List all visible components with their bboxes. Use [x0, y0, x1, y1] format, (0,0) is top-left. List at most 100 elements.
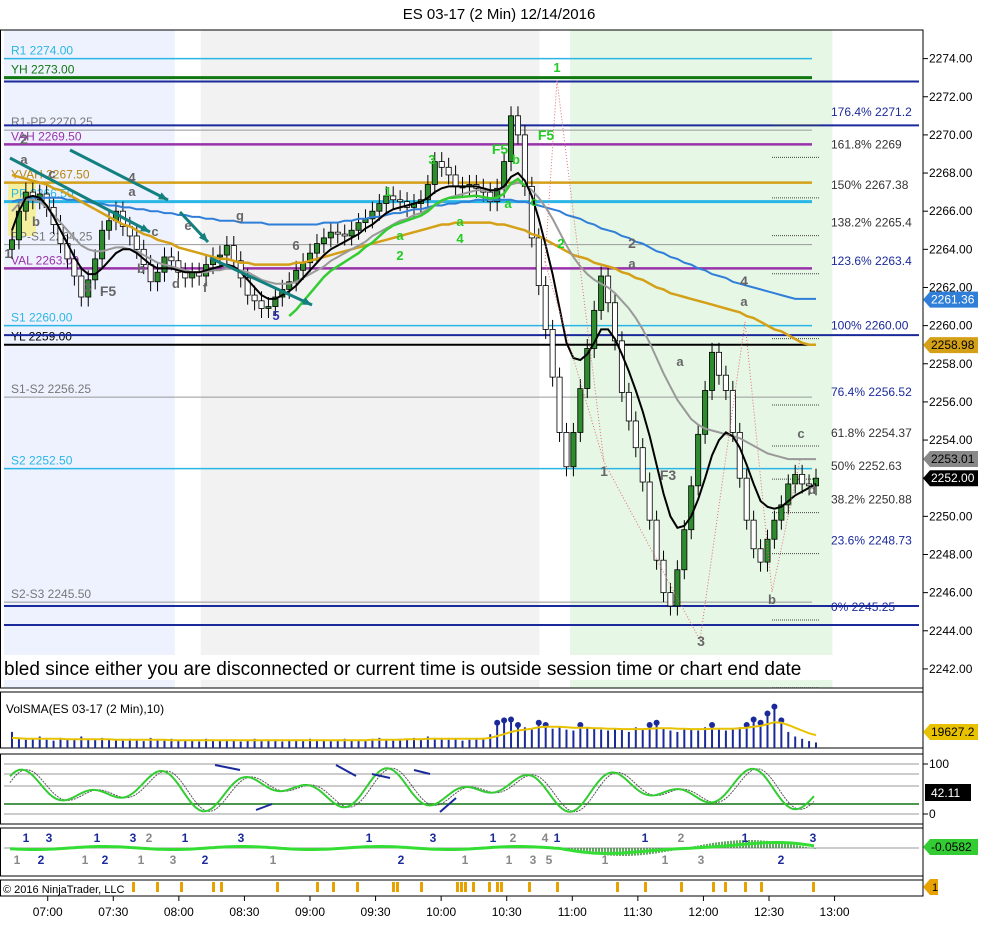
- fib-label: 150% 2267.38: [831, 178, 909, 192]
- footer-tick-mark: [712, 882, 715, 892]
- candle-body: [535, 237, 542, 286]
- candle-body: [106, 220, 113, 231]
- price-tick-label: 2254.00: [929, 433, 973, 447]
- footer-tick-mark: [132, 882, 135, 892]
- candle-body: [258, 300, 265, 309]
- footer-tick-mark: [500, 882, 503, 892]
- footer-tick-mark: [156, 882, 159, 892]
- candle-body: [660, 559, 667, 594]
- volume-spike-dot: [514, 722, 521, 728]
- candle-body: [681, 529, 688, 571]
- footer-tick-mark: [464, 882, 467, 892]
- price-marker-label: 2258.98: [931, 338, 975, 352]
- macd-top-label: 2: [678, 831, 685, 845]
- wave-label: 1: [4, 246, 11, 261]
- time-tick-label: 08:30: [229, 905, 259, 919]
- wave-label: a: [676, 354, 684, 369]
- fib-label: 38.2% 2250.88: [831, 493, 912, 507]
- time-tick-label: 08:00: [164, 905, 194, 919]
- midday-shade: [200, 30, 540, 688]
- candle-body: [348, 229, 355, 237]
- macd-bottom-label: 1: [138, 853, 145, 867]
- macd-bottom-label: 3: [170, 853, 177, 867]
- footer-tick-mark: [528, 882, 531, 892]
- candle-body: [743, 477, 750, 521]
- candle-body: [397, 199, 404, 203]
- price-tick-label: 2242.00: [929, 662, 973, 676]
- time-tick-label: 09:30: [361, 905, 391, 919]
- wave-label: g: [236, 208, 244, 223]
- macd-bottom-label: 2: [202, 853, 209, 867]
- footer-tick-mark: [460, 882, 463, 892]
- wave-label: b: [32, 214, 40, 229]
- price-chart[interactable]: ES 03-17 (2 Min) 12/14/2016 R1 2274.00 YH …: [0, 0, 998, 952]
- time-tick-label: 13:00: [820, 905, 850, 919]
- candle-body: [265, 306, 272, 309]
- footer-tick-mark: [332, 882, 335, 892]
- wave-label: 2: [396, 248, 403, 263]
- footer-tick-mark: [396, 882, 399, 892]
- footer-marker-label: 1: [932, 882, 938, 894]
- level-label: YL 2259.00: [11, 330, 72, 344]
- time-tick-label: 12:00: [688, 905, 718, 919]
- wave-label: 1: [553, 60, 560, 75]
- fib-label: 176.4% 2271.2: [831, 105, 912, 119]
- macd-bottom-label: 2: [398, 853, 405, 867]
- volume-spike-dot: [750, 716, 757, 723]
- candle-body: [542, 285, 549, 330]
- macd-top-label: 1: [490, 831, 497, 845]
- level-label: YH 2273.00: [11, 63, 75, 77]
- macd-top-label: 1: [182, 831, 189, 845]
- wave-label: 2: [628, 235, 636, 251]
- wave-label: a: [740, 294, 748, 309]
- footer-tick-mark: [276, 882, 279, 892]
- volume-spike-dot: [646, 722, 653, 728]
- price-tick-label: 2246.00: [929, 586, 973, 600]
- candle-body: [514, 115, 521, 136]
- fib-label: 138.2% 2265.4: [831, 216, 912, 230]
- macd-top-label: 1: [742, 831, 749, 845]
- price-tick-label: 2250.00: [929, 509, 973, 523]
- price-tick-label: 2272.00: [929, 90, 973, 104]
- wave-label: 2: [20, 131, 28, 147]
- osc-marker-label: 42.11: [931, 786, 960, 800]
- fib-label: 161.8% 2269: [831, 137, 902, 151]
- candle-body: [570, 432, 577, 468]
- macd-marker-label: -0.0582: [931, 840, 972, 854]
- candle-body: [445, 166, 452, 176]
- wave-label: a: [20, 152, 28, 167]
- time-tick-label: 07:30: [98, 905, 128, 919]
- footer-tick-mark: [556, 882, 559, 892]
- macd-top-label: 3: [238, 831, 245, 845]
- wave-label: 4: [128, 170, 136, 185]
- wave-label: a: [628, 256, 636, 271]
- chart-title: ES 03-17 (2 Min) 12/14/2016: [403, 6, 596, 23]
- candle-body: [715, 351, 722, 376]
- candle-body: [147, 264, 154, 283]
- wave-label: 6: [292, 238, 299, 253]
- candle-body: [438, 161, 445, 168]
- macd-top-label: 2: [146, 831, 153, 845]
- wave-label: F5: [100, 283, 117, 299]
- candle-body: [133, 235, 140, 250]
- level-label: S2 2252.50: [11, 454, 73, 468]
- footer-tick-mark: [420, 882, 423, 892]
- price-tick-label: 2270.00: [929, 128, 973, 142]
- fib-label: 50% 2252.63: [831, 459, 902, 473]
- candle-body: [764, 538, 771, 563]
- wave-label: c: [48, 166, 55, 181]
- candle-body: [757, 548, 764, 563]
- footer-tick-mark: [180, 882, 183, 892]
- candle-body: [549, 329, 556, 378]
- macd-bottom-label: 3: [530, 853, 537, 867]
- footer-tick-mark: [724, 882, 727, 892]
- candle-body: [230, 245, 237, 262]
- candle-body: [334, 231, 341, 235]
- fib-label: 0% 2245.25: [831, 600, 895, 614]
- macd-panel-border: [0, 827, 924, 877]
- wave-label: a: [456, 214, 464, 229]
- candle-body: [799, 473, 806, 485]
- level-label: S1-S2 2256.25: [11, 382, 91, 396]
- candle-body: [223, 245, 230, 256]
- candle-body: [646, 481, 653, 521]
